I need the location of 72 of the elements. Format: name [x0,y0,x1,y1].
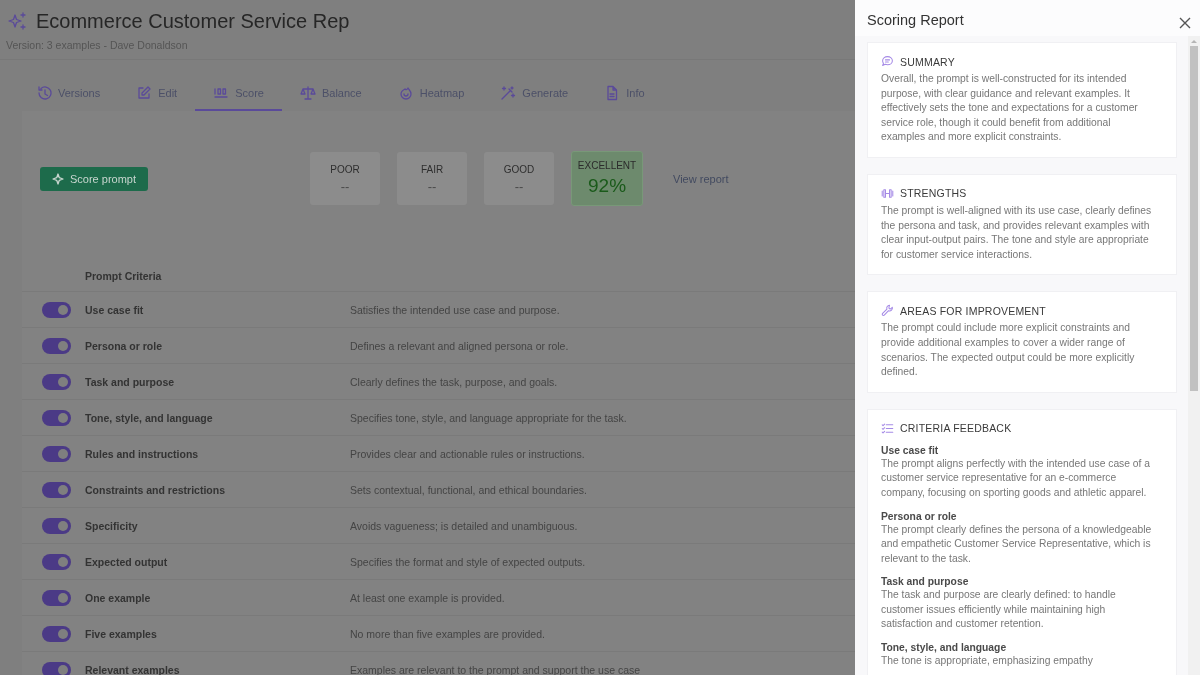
close-icon[interactable] [1178,16,1192,30]
toggle-switch[interactable] [42,517,71,534]
rating-value: -- [340,178,350,194]
feedback-text: The task and purpose are clearly defined: to handle customer issues efficiently while maintaining high satisfaction and customer retention. [881,588,1117,632]
criterion-name: One example [85,591,152,604]
toggle-switch[interactable] [42,661,71,675]
section-heading: SUMMARY [900,55,955,68]
rating-value: 92% [588,175,627,197]
criterion-description: Provides clear and actionable rules or instructions. [350,447,585,460]
criterion-name: Persona or role [85,339,164,352]
criterion-name: Expected output [85,555,169,568]
scrollbar-thumb[interactable] [1190,46,1198,391]
tab-icon [36,85,52,101]
drawer-title: Scoring Report [867,12,964,28]
tab-icon [397,85,414,101]
section-text: Overall, the prompt is well-constructed for its intended purpose, with clear guidance and relevant examples. It effectively sets the tone and expectations for a customer service role, though it could benefit from additional examples and more explicit constraints. [881,72,1139,145]
criterion-name: Specificity [85,519,139,532]
toggle-switch[interactable] [42,301,71,318]
criterion-description: Examples are relevant to the prompt and support the use case [350,663,641,675]
page-title: Ecommerce Customer Service Rep [36,10,350,33]
criterion-name: Tone, style, and language [85,411,214,424]
view-report-link[interactable]: View report [673,172,729,185]
criterion-name: Task and purpose [85,375,176,388]
section-icon [881,186,894,200]
section-text: The prompt is well-aligned with its use case, clearly defines the persona and task, and provides relevant examples with clear input-output pairs. The tone and style are appropriate for customer service interactions. [881,203,1153,262]
criterion-description: No more than five examples are provided. [350,627,545,640]
criterion-description: Specifies the format and style of expected outputs. [350,555,586,568]
toggle-switch[interactable] [42,445,71,462]
scrollbar[interactable] [1188,36,1200,675]
rating-label: POOR [330,163,360,175]
feedback-title: Use case fit [881,444,940,456]
toggle-switch[interactable] [42,553,71,570]
section-heading: AREAS FOR IMPROVEMENT [900,304,1046,317]
rating-value: -- [514,178,524,194]
sparkle-icon [52,172,64,185]
criterion-name: Use case fit [85,303,145,316]
section-icon [881,304,894,318]
tab-icon [136,85,153,101]
feedback-text: The tone is appropriate, emphasizing empathy [881,654,1094,669]
toggle-switch[interactable] [42,409,71,426]
tab-icon [500,85,517,101]
toggle-switch[interactable] [42,337,71,354]
section-text: The prompt could include more explicit constraints and provide additional examples to cover a wider range of scenarios. The expected output could be more explicitly defined. [881,321,1136,380]
tab-icon [213,85,230,101]
criterion-name: Five examples [85,627,158,640]
toggle-switch[interactable] [42,373,71,390]
section-icon [881,421,894,435]
tab-icon [299,85,316,101]
score-prompt-button[interactable]: Score prompt [40,166,149,191]
section-heading: CRITERIA FEEDBACK [900,422,1012,435]
criterion-name: Relevant examples [85,663,181,675]
rating-label: FAIR [420,163,444,175]
criterion-description: Satisfies the intended use case and purpose. [350,303,560,316]
rating-label: EXCELLENT [577,160,637,171]
criterion-name: Rules and instructions [85,447,200,460]
feedback-title: Persona or role [881,510,958,522]
feedback-title: Tone, style, and language [881,642,1008,654]
feedback-text: The prompt aligns perfectly with the intended use case of a customer service representative for an e-commerce company, focusing on sporting goods and athletic apparel. [881,456,1152,500]
rating-value: -- [427,178,437,194]
section-heading: STRENGTHS [900,187,967,200]
rating-label: GOOD [503,163,535,175]
criterion-description: Sets contextual, functional, and ethical boundaries. [350,483,587,496]
toggle-switch[interactable] [42,589,71,606]
criterion-description: Clearly defines the task, purpose, and goals. [350,375,558,388]
feedback-text: The prompt clearly defines the persona of a knowledgeable and empathetic Customer Service Representative, which is relevant to the task. [881,522,1153,566]
feedback-title: Task and purpose [881,576,970,588]
toggle-switch[interactable] [42,625,71,642]
column-header: Prompt Criteria [22,270,855,292]
criterion-description: Specifies tone, style, and language appropriate for the task. [350,411,627,424]
section-icon [881,55,894,68]
toggle-switch[interactable] [42,481,71,498]
criterion-name: Constraints and restrictions [85,483,227,496]
